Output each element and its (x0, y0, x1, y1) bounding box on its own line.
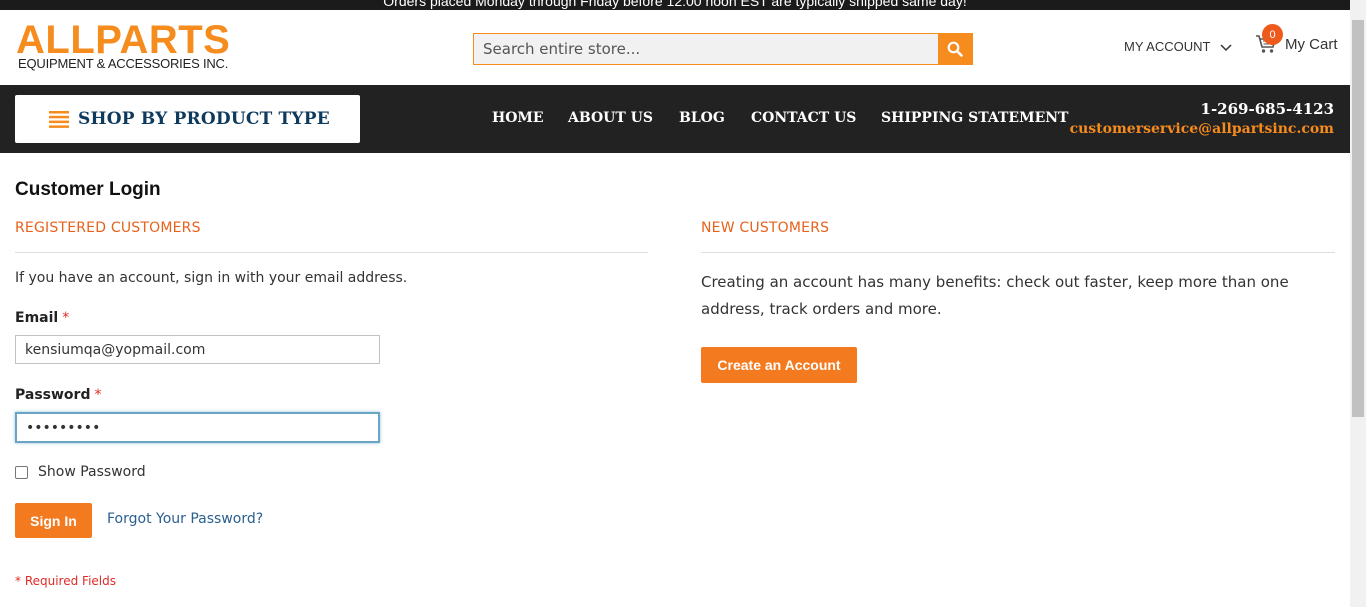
nav-about-us[interactable]: ABOUT US (568, 110, 653, 126)
nav-blog[interactable]: BLOG (679, 110, 725, 126)
search-box (473, 33, 973, 65)
mini-cart[interactable]: 0 My Cart (1255, 24, 1338, 54)
cart-count-badge: 0 (1262, 24, 1283, 45)
nav-home[interactable]: HOME (492, 110, 544, 126)
email-label-text: Email (15, 310, 59, 326)
login-intro-text: If you have an account, sign in with you… (15, 270, 408, 286)
hamburger-icon (49, 110, 69, 128)
show-password-checkbox[interactable] (15, 465, 28, 479)
page-title: Customer Login (15, 179, 161, 200)
logo-sub: EQUIPMENT & ACCESSORIES INC. (18, 56, 229, 71)
logo[interactable]: ALLPARTS EQUIPMENT & ACCESSORIES INC. (16, 18, 231, 71)
registered-customers-title: REGISTERED CUSTOMERS (15, 220, 201, 236)
cart-label: My Cart (1285, 35, 1338, 53)
new-customers-title: NEW CUSTOMERS (701, 220, 830, 236)
phone-number[interactable]: 1-269-685-4123 (1070, 99, 1334, 119)
email-link[interactable]: customerservice@allpartsinc.com (1070, 119, 1334, 139)
email-label: Email * (15, 310, 69, 326)
my-account-label: MY ACCOUNT (1124, 39, 1211, 54)
forgot-password-link[interactable]: Forgot Your Password? (107, 511, 263, 527)
sign-in-button[interactable]: Sign In (15, 503, 92, 538)
password-label: Password * (15, 387, 101, 403)
search-input[interactable] (474, 34, 939, 64)
password-label-text: Password (15, 387, 91, 403)
required-fields-note: * Required Fields (15, 574, 116, 588)
nav-contact-us[interactable]: CONTACT US (751, 110, 856, 126)
scrollbar-thumb[interactable] (1352, 20, 1364, 417)
show-password-toggle[interactable]: Show Password (15, 464, 146, 480)
scrollbar[interactable] (1350, 0, 1366, 607)
email-field[interactable] (15, 335, 380, 364)
main-navigation: SHOP BY PRODUCT TYPE HOME ABOUT US BLOG … (0, 85, 1350, 153)
show-password-label: Show Password (38, 464, 146, 480)
create-account-button[interactable]: Create an Account (701, 347, 857, 383)
contact-info: 1-269-685-4123 customerservice@allpartsi… (1070, 99, 1334, 139)
search-icon (947, 41, 963, 57)
header: ALLPARTS EQUIPMENT & ACCESSORIES INC. MY… (0, 10, 1350, 85)
chevron-down-icon (1220, 44, 1232, 52)
search-button[interactable] (938, 34, 972, 64)
required-asterisk: * (94, 387, 102, 403)
password-field[interactable] (15, 412, 380, 443)
new-customers-text: Creating an account has many benefits: c… (701, 273, 1289, 318)
announcement-bar: Orders placed Monday through Friday befo… (0, 0, 1350, 10)
shop-by-product-type-label: SHOP BY PRODUCT TYPE (78, 109, 330, 129)
nav-shipping-statement[interactable]: SHIPPING STATEMENT (881, 110, 1068, 126)
divider (15, 252, 648, 253)
shop-by-product-type-button[interactable]: SHOP BY PRODUCT TYPE (15, 95, 360, 143)
divider (701, 252, 1335, 253)
announcement-text: Orders placed Monday through Friday befo… (383, 0, 967, 9)
my-account-menu[interactable]: MY ACCOUNT (1124, 39, 1232, 54)
required-asterisk: * (62, 310, 70, 326)
logo-main: ALLPARTS (16, 18, 231, 62)
